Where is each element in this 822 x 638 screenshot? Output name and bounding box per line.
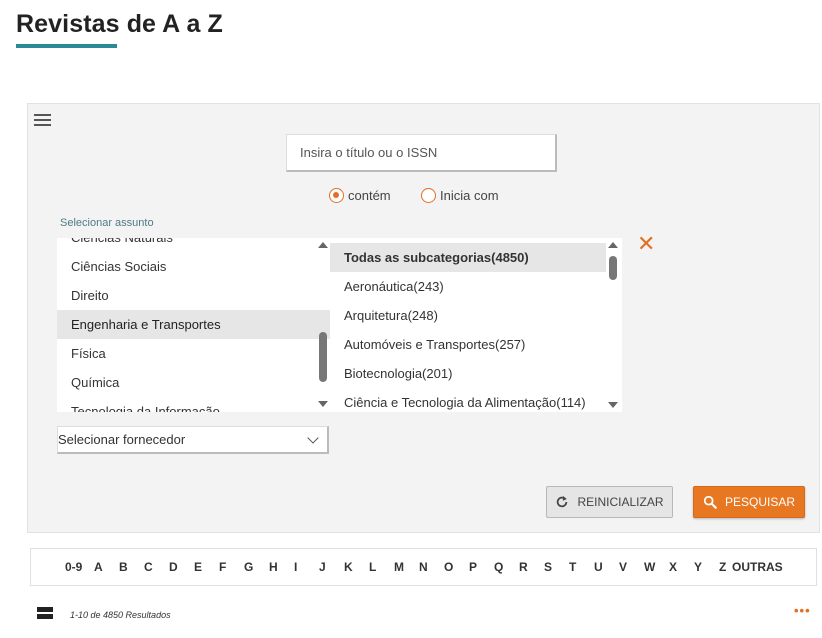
subcategory-scrollbar[interactable]	[607, 238, 619, 412]
more-options-icon[interactable]: •••	[794, 603, 811, 618]
az-letter-t[interactable]: T	[569, 560, 594, 574]
category-list[interactable]: Ciências Naturais Ciências Sociais Direi…	[57, 238, 331, 412]
az-letter-r[interactable]: R	[519, 560, 544, 574]
refresh-icon	[557, 495, 568, 508]
category-item[interactable]: Física	[57, 339, 331, 368]
az-letter-v[interactable]: V	[619, 560, 644, 574]
supplier-select[interactable]: Selecionar fornecedor	[57, 426, 329, 454]
hamburger-menu-icon[interactable]	[34, 114, 51, 127]
subcategory-item-selected[interactable]: Todas as subcategorias(4850)	[330, 243, 606, 272]
subcategory-item[interactable]: Biotecnologia(201)	[330, 359, 622, 388]
az-letter-y[interactable]: Y	[694, 560, 719, 574]
az-letter-q[interactable]: Q	[494, 560, 519, 574]
az-letter-a[interactable]: A	[94, 560, 119, 574]
subcategory-item[interactable]: Ciência e Tecnologia da Alimentação(114)	[330, 388, 622, 412]
category-item-selected[interactable]: Engenharia e Transportes	[57, 310, 331, 339]
category-scrollbar[interactable]	[317, 238, 329, 412]
az-letter-i[interactable]: I	[294, 560, 319, 574]
radio-contains[interactable]: contém	[329, 188, 391, 203]
radio-contains-label: contém	[348, 188, 391, 203]
title-issn-search-input[interactable]	[286, 134, 557, 172]
scroll-down-icon[interactable]	[318, 401, 328, 407]
subcategory-item[interactable]: Arquitetura(248)	[330, 301, 622, 330]
title-underline	[16, 44, 117, 48]
category-item[interactable]: Tecnologia da Informação	[57, 397, 331, 412]
scroll-thumb[interactable]	[319, 332, 327, 382]
az-letter-n[interactable]: N	[419, 560, 444, 574]
chevron-down-icon	[307, 432, 319, 444]
az-letter-u[interactable]: U	[594, 560, 619, 574]
az-letter-0-9[interactable]: 0-9	[65, 560, 94, 574]
radio-contains-icon	[329, 188, 344, 203]
reset-button-label: REINICIALIZAR	[577, 495, 664, 509]
scroll-thumb[interactable]	[609, 256, 617, 280]
supplier-select-value: Selecionar fornecedor	[58, 432, 186, 447]
category-item[interactable]: Química	[57, 368, 331, 397]
results-count: 1-10 de 4850 Resultados	[70, 610, 171, 620]
search-button[interactable]: PESQUISAR	[693, 486, 805, 518]
radio-starts-with[interactable]: Inicia com	[421, 188, 499, 203]
search-icon	[703, 495, 717, 509]
subject-label: Selecionar assunto	[60, 217, 154, 229]
az-letter-k[interactable]: K	[344, 560, 369, 574]
az-letter-c[interactable]: C	[144, 560, 169, 574]
subcategory-list[interactable]: Todas as subcategorias(4850) Aeronáutica…	[330, 238, 622, 412]
az-letter-z[interactable]: Z	[719, 560, 732, 574]
az-letter-w[interactable]: W	[644, 560, 669, 574]
scroll-up-icon[interactable]	[318, 242, 328, 248]
az-letter-outras[interactable]: OUTRAS	[732, 560, 783, 574]
category-item[interactable]: Direito	[57, 281, 331, 310]
search-panel: contém Inicia com Selecionar assunto Ciê…	[27, 103, 820, 533]
reset-button[interactable]: REINICIALIZAR	[546, 486, 673, 518]
subcategory-item[interactable]: Aeronáutica(243)	[330, 272, 622, 301]
radio-starts-with-icon	[421, 188, 436, 203]
search-button-label: PESQUISAR	[724, 495, 796, 509]
list-view-icon[interactable]	[37, 607, 53, 620]
az-letter-j[interactable]: J	[319, 560, 344, 574]
az-letter-e[interactable]: E	[194, 560, 219, 574]
close-icon[interactable]: ✕	[637, 234, 655, 256]
category-item[interactable]: Ciências Sociais	[57, 252, 331, 281]
page-title: Revistas de A a Z	[16, 10, 223, 38]
az-letter-o[interactable]: O	[444, 560, 469, 574]
az-letter-p[interactable]: P	[469, 560, 494, 574]
az-letter-f[interactable]: F	[219, 560, 244, 574]
az-letter-l[interactable]: L	[369, 560, 394, 574]
az-letter-d[interactable]: D	[169, 560, 194, 574]
az-letter-g[interactable]: G	[244, 560, 269, 574]
az-letter-s[interactable]: S	[544, 560, 569, 574]
scroll-down-icon[interactable]	[608, 402, 618, 408]
az-letter-b[interactable]: B	[119, 560, 144, 574]
scroll-up-icon[interactable]	[608, 242, 618, 248]
az-navigation: 0-9 A B C D E F G H I J K L M N O P Q R …	[30, 548, 817, 586]
az-letter-h[interactable]: H	[269, 560, 294, 574]
az-letter-x[interactable]: X	[669, 560, 694, 574]
radio-starts-with-label: Inicia com	[440, 188, 499, 203]
az-letter-m[interactable]: M	[394, 560, 419, 574]
category-item[interactable]: Ciências Naturais	[57, 238, 331, 252]
subcategory-item[interactable]: Automóveis e Transportes(257)	[330, 330, 622, 359]
